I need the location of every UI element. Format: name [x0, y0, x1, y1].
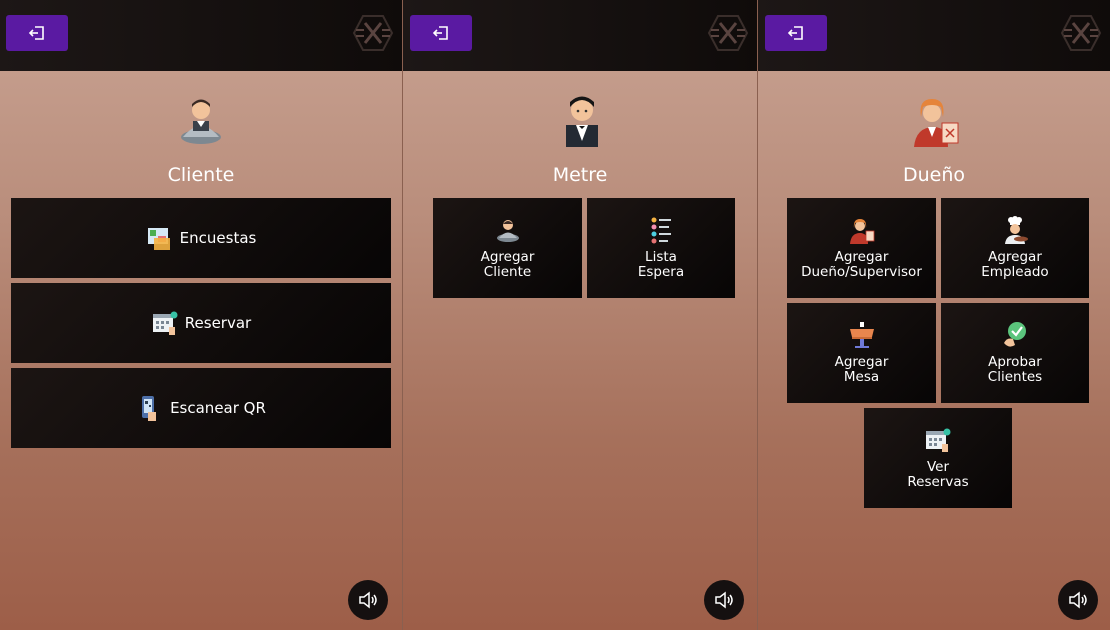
tile-label: Lista Espera [637, 249, 685, 280]
role-title: Cliente [167, 164, 235, 186]
speaker-volume-icon [359, 591, 377, 609]
encuestas-button[interactable]: Encuestas [11, 198, 391, 278]
table-icon [849, 322, 874, 348]
tile-label: Agregar Cliente [480, 249, 535, 280]
logout-arrow-icon [787, 26, 803, 40]
add-owner-icon [849, 219, 874, 244]
agregar-cliente-button[interactable]: Agregar Cliente [433, 198, 582, 298]
logout-arrow-icon [432, 26, 448, 40]
escanear-qr-button[interactable]: Escanear QR [11, 368, 391, 448]
role-title: Metre [552, 164, 608, 186]
logout-button[interactable] [410, 15, 472, 51]
top-bar [403, 0, 757, 71]
tile-label: Agregar Dueño/Supervisor [801, 249, 922, 280]
logout-arrow-icon [28, 26, 44, 40]
qr-phone-icon [142, 396, 157, 421]
survey-icon [147, 228, 170, 250]
waiting-list-icon [651, 217, 671, 244]
tile-label: Escanear QR [170, 398, 266, 417]
speaker-volume-icon [715, 591, 733, 609]
lista-espera-button[interactable]: Lista Espera [587, 198, 735, 298]
chef-icon [1005, 216, 1028, 244]
add-client-icon [496, 220, 519, 242]
top-bar [0, 0, 402, 71]
agregar-mesa-button[interactable]: Agregar Mesa [787, 303, 936, 403]
metre-panel: Metre Agregar Cliente Lista Espera [402, 0, 757, 630]
x-brand-logo [707, 15, 749, 51]
aprobar-clientes-button[interactable]: Aprobar Clientes [941, 303, 1089, 403]
tile-label: Agregar Mesa [834, 354, 889, 385]
tile-label: Agregar Empleado [981, 249, 1049, 280]
reservar-button[interactable]: Reservar [11, 283, 391, 363]
agregar-empleado-button[interactable]: Agregar Empleado [941, 198, 1089, 298]
tile-label: Ver Reservas [907, 459, 969, 490]
client-avatar-icon [181, 99, 221, 144]
tile-label: Reservar [184, 313, 252, 332]
sound-button[interactable] [704, 580, 744, 620]
waiter-avatar-icon [566, 96, 598, 147]
speaker-volume-icon [1069, 591, 1087, 609]
x-brand-logo [352, 15, 394, 51]
calendar-icon [926, 428, 951, 452]
sound-button[interactable] [1058, 580, 1098, 620]
approve-check-icon [1004, 322, 1026, 347]
role-title: Dueño [902, 164, 966, 186]
sound-button[interactable] [348, 580, 388, 620]
owner-avatar-icon [914, 99, 959, 147]
tile-label: Aprobar Clientes [987, 354, 1043, 385]
calendar-icon [152, 311, 178, 335]
tile-label: Encuestas [179, 228, 257, 247]
logout-button[interactable] [765, 15, 827, 51]
agregar-dueno-supervisor-button[interactable]: Agregar Dueño/Supervisor [787, 198, 936, 298]
logout-button[interactable] [6, 15, 68, 51]
ver-reservas-button[interactable]: Ver Reservas [864, 408, 1012, 508]
dueno-panel: Dueño Agregar Dueño/Supervisor Agregar Emp… [757, 0, 1110, 630]
x-brand-logo [1060, 15, 1102, 51]
cliente-panel: Cliente Encuestas Reservar Escanear QR [0, 0, 402, 630]
top-bar [758, 0, 1110, 71]
